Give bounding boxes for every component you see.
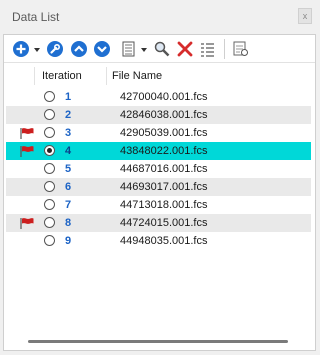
- file-name: 44693017.001.fcs: [120, 181, 208, 193]
- flag-icon: [20, 146, 34, 157]
- file-name: 42700040.001.fcs: [120, 91, 208, 103]
- iteration-number: 5: [65, 163, 72, 175]
- file-name: 43848022.001.fcs: [120, 145, 208, 157]
- window-title: Data List: [12, 10, 60, 24]
- iteration-number: 1: [65, 91, 72, 103]
- table-row[interactable]: 4 43848022.001.fcs: [6, 142, 311, 160]
- close-button[interactable]: x: [298, 8, 312, 24]
- wrench-icon: [47, 41, 63, 57]
- flag-icon: [20, 218, 34, 229]
- column-headers: Iteration File Name: [4, 65, 315, 87]
- table-row[interactable]: 6 44693017.001.fcs: [6, 178, 311, 196]
- file-name: 42905039.001.fcs: [120, 127, 208, 139]
- iteration-number: 3: [65, 127, 72, 139]
- flag-icon: [20, 128, 34, 139]
- header-divider[interactable]: [106, 67, 107, 85]
- header-file-name[interactable]: File Name: [112, 70, 162, 82]
- report-button[interactable]: [232, 40, 250, 58]
- move-up-button[interactable]: [70, 40, 88, 58]
- add-button[interactable]: [12, 40, 30, 58]
- iteration-number: 2: [65, 109, 72, 121]
- scrollbar-thumb[interactable]: [28, 340, 288, 343]
- data-list-panel: Iteration File Name 1 42700040.001.fcs 2 42…: [3, 34, 316, 351]
- iteration-number: 6: [65, 181, 72, 193]
- table-row[interactable]: 7 44713018.001.fcs: [6, 196, 311, 214]
- search-icon: [154, 41, 170, 57]
- table-row[interactable]: 3 42905039.001.fcs: [6, 124, 311, 142]
- file-name: 44724015.001.fcs: [120, 217, 208, 229]
- row-radio-button[interactable]: [44, 217, 55, 228]
- row-radio-button[interactable]: [44, 199, 55, 210]
- row-radio-button[interactable]: [44, 109, 55, 120]
- table-row[interactable]: 5 44687016.001.fcs: [6, 160, 311, 178]
- table-row[interactable]: 8 44724015.001.fcs: [6, 214, 311, 232]
- header-iteration[interactable]: Iteration: [42, 70, 82, 82]
- iteration-number: 4: [65, 145, 72, 157]
- table-row[interactable]: 2 42846038.001.fcs: [6, 106, 311, 124]
- file-name: 44713018.001.fcs: [120, 199, 208, 211]
- row-radio-button[interactable]: [44, 235, 55, 246]
- data-list-rows: 1 42700040.001.fcs 2 42846038.001.fcs 3 42905…: [4, 88, 315, 250]
- horizontal-scrollbar[interactable]: [8, 335, 313, 347]
- file-name: 42846038.001.fcs: [120, 109, 208, 121]
- move-down-button[interactable]: [93, 40, 111, 58]
- properties-button[interactable]: [46, 40, 64, 58]
- row-radio-button[interactable]: [44, 145, 55, 156]
- header-divider: [34, 67, 35, 85]
- iteration-number: 7: [65, 199, 72, 211]
- file-name: 44687016.001.fcs: [120, 163, 208, 175]
- list-settings-icon: [201, 43, 214, 57]
- columns-icon: [122, 41, 135, 57]
- toolbar-separator: [224, 39, 225, 59]
- add-icon: [13, 41, 29, 57]
- title-bar: Data List x: [0, 0, 319, 34]
- move-down-icon: [94, 41, 110, 57]
- dropdown-arrow-icon: [34, 48, 40, 52]
- report-icon: [233, 41, 248, 56]
- toolbar: [4, 35, 315, 63]
- columns-dropdown-button[interactable]: [140, 40, 148, 58]
- move-up-icon: [71, 41, 87, 57]
- search-button[interactable]: [153, 40, 171, 58]
- delete-button[interactable]: [176, 40, 194, 58]
- list-settings-button[interactable]: [199, 40, 217, 58]
- row-radio-button[interactable]: [44, 91, 55, 102]
- dropdown-arrow-icon: [141, 48, 147, 52]
- table-row[interactable]: 9 44948035.001.fcs: [6, 232, 311, 250]
- row-radio-button[interactable]: [44, 181, 55, 192]
- row-radio-button[interactable]: [44, 127, 55, 138]
- row-radio-button[interactable]: [44, 163, 55, 174]
- iteration-number: 9: [65, 235, 72, 247]
- table-row[interactable]: 1 42700040.001.fcs: [6, 88, 311, 106]
- iteration-number: 8: [65, 217, 72, 229]
- add-dropdown-button[interactable]: [33, 40, 41, 58]
- columns-button[interactable]: [121, 40, 137, 58]
- file-name: 44948035.001.fcs: [120, 235, 208, 247]
- delete-icon: [177, 41, 193, 57]
